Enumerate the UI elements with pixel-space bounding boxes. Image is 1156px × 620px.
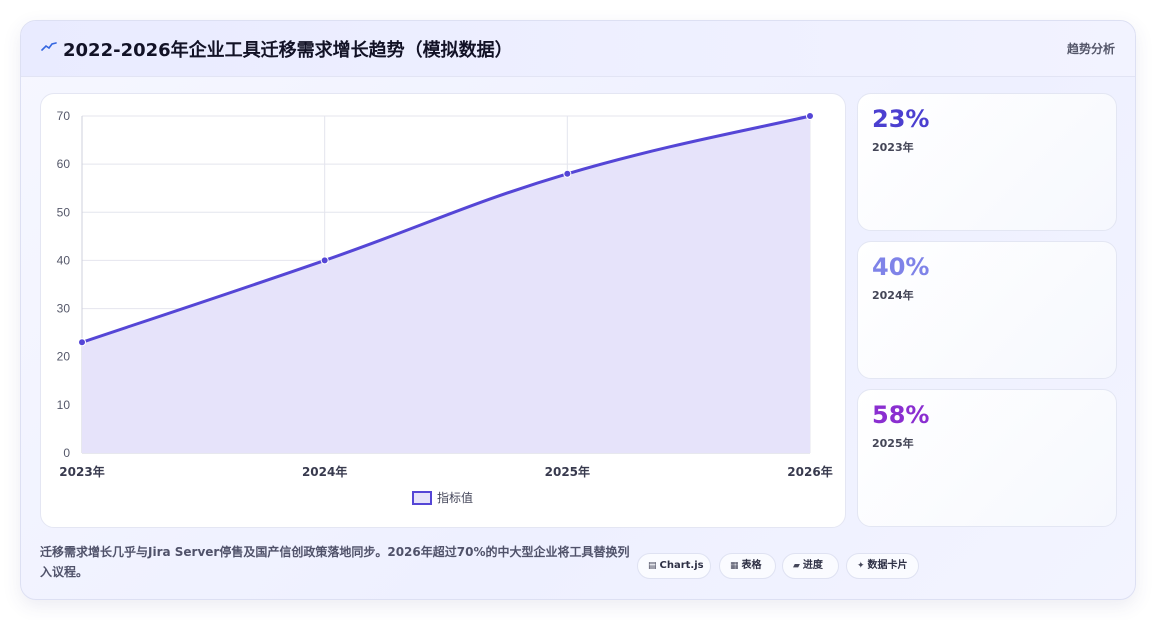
x-tick-label: 2025年: [545, 464, 590, 479]
stat-card-0: 23% 2023年: [857, 93, 1117, 231]
stat-value: 58%: [872, 401, 930, 429]
legend-swatch: [412, 491, 432, 505]
y-tick-label: 70: [57, 109, 71, 123]
chart-panel: 0 10 20 30 40 50 60 70 2023年 2024年 2025年 2026年指标值: [40, 93, 846, 528]
table-icon: ▦: [730, 561, 739, 571]
x-tick-label: 2024年: [302, 464, 347, 479]
data-point: [320, 256, 329, 265]
pill-label: Chart.js: [659, 560, 704, 571]
x-tick-label: 2023年: [59, 464, 104, 479]
footer-note: 迁移需求增长几乎与Jira Server停售及国产信创政策落地同步。2026年超…: [40, 545, 630, 579]
progress-icon: ▰: [793, 561, 800, 571]
y-tick-label: 30: [57, 302, 71, 316]
stat-card-2: 58% 2025年: [857, 389, 1117, 527]
y-tick-label: 20: [57, 350, 71, 364]
y-tick-label: 50: [57, 205, 71, 219]
pill-label: 表格: [741, 560, 762, 571]
page-title: 2022-2026年企业工具迁移需求增长趋势（模拟数据）: [63, 40, 513, 61]
y-tick-label: 0: [63, 446, 70, 460]
chart-icon: ▤: [648, 561, 657, 571]
line-chart-icon: [41, 42, 57, 51]
table-pill[interactable]: ▦ 表格: [719, 553, 776, 579]
data-point: [563, 169, 572, 178]
pill-label: 数据卡片: [867, 560, 908, 571]
area-fill: [82, 116, 810, 453]
card-header: 2022-2026年企业工具迁移需求增长趋势（模拟数据） 趋势分析: [21, 21, 1135, 77]
stat-label: 2024年: [872, 289, 914, 302]
data-card-pill[interactable]: ✦ 数据卡片: [846, 553, 919, 579]
area-chart: 0 10 20 30 40 50 60 70 2023年 2024年 2025年 2026年指标值: [57, 109, 833, 505]
progress-pill[interactable]: ▰ 进度: [782, 553, 839, 579]
stat-value: 23%: [872, 105, 930, 133]
sparkle-icon: ✦: [857, 561, 865, 571]
y-tick-label: 40: [57, 253, 71, 267]
stat-value: 40%: [872, 253, 930, 281]
stat-label: 2025年: [872, 437, 914, 450]
stat-card-1: 40% 2024年: [857, 241, 1117, 379]
chartjs-pill[interactable]: ▤ Chart.js: [637, 553, 711, 579]
legend-label: 指标值: [437, 490, 473, 505]
dashboard-card: 2022-2026年企业工具迁移需求增长趋势（模拟数据） 趋势分析 0 10 20 3…: [20, 20, 1136, 600]
stat-label: 2023年: [872, 141, 914, 154]
y-tick-label: 10: [57, 398, 71, 412]
data-point: [806, 112, 814, 120]
x-tick-label: 2026年: [787, 464, 832, 479]
y-tick-label: 60: [57, 157, 71, 171]
pill-label: 进度: [802, 560, 823, 571]
data-point: [78, 338, 86, 347]
trend-analysis-tag[interactable]: 趋势分析: [1067, 40, 1115, 57]
